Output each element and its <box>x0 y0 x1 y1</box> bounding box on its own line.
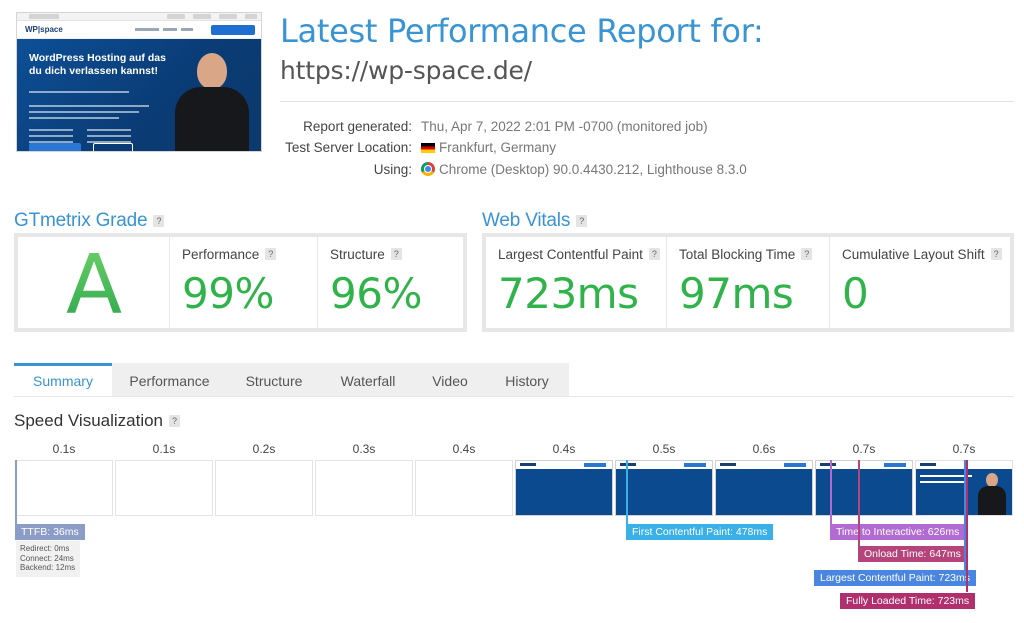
lcp-cell: Largest Contentful Paint? 723ms <box>486 237 667 328</box>
ttfb-redirect: Redirect: 0ms <box>20 544 70 553</box>
cls-label: Cumulative Layout Shift <box>842 247 985 262</box>
performance-label: Performance <box>182 247 260 262</box>
thumbnail-person-image <box>175 53 249 151</box>
tab-performance[interactable]: Performance <box>112 363 227 397</box>
filmstrip-frame[interactable] <box>515 460 613 516</box>
ttfb-breakdown: Redirect: 0ms Connect: 24ms Backend: 12m… <box>16 541 80 577</box>
fcp-marker-line <box>626 460 628 524</box>
frame-time-label: 0.5s <box>652 442 676 456</box>
tbt-value: 97ms <box>679 269 794 318</box>
meta-value-wrap: Frankfurt, Germany <box>421 140 556 155</box>
report-url[interactable]: https://wp-space.de/ <box>280 56 532 85</box>
performance-cell: Performance? 99% <box>170 237 318 328</box>
filmstrip-frame[interactable] <box>415 460 513 516</box>
meta-using: Using: Chrome (Desktop) 90.0.4430.212, L… <box>280 162 1000 180</box>
frame-time-label: 0.1s <box>52 442 76 456</box>
tabs-underline <box>14 396 1014 397</box>
filmstrip-frame[interactable] <box>115 460 213 516</box>
grade-cell: A <box>18 237 170 328</box>
frame-time-label: 0.6s <box>752 442 776 456</box>
help-icon[interactable]: ? <box>169 415 181 427</box>
thumbnail-hero: WordPress Hosting auf das du dich verlas… <box>17 39 261 151</box>
help-icon[interactable]: ? <box>576 215 588 227</box>
filmstrip-frame[interactable] <box>15 460 113 516</box>
meta-value: Thu, Apr 7, 2022 2:01 PM -0700 (monitore… <box>421 119 708 134</box>
meta-key: Report generated: <box>303 119 412 134</box>
tti-marker-line <box>830 460 832 524</box>
meta-value-wrap: Chrome (Desktop) 90.0.4430.212, Lighthou… <box>421 162 747 177</box>
frame-time-label: 0.4s <box>552 442 576 456</box>
meta-value: Frankfurt, Germany <box>439 140 557 155</box>
header-divider <box>280 101 1014 102</box>
frame-time-label: 0.4s <box>452 442 476 456</box>
tab-summary[interactable]: Summary <box>14 363 112 397</box>
gtmetrix-grade-heading: GTmetrix Grade? <box>14 210 165 232</box>
frame-time-label: 0.2s <box>252 442 276 456</box>
frame-time-label: 0.7s <box>852 442 876 456</box>
report-title: Latest Performance Report for: <box>280 12 764 50</box>
frame-time-label: 0.7s <box>952 442 976 456</box>
grade-letter: A <box>18 237 169 328</box>
help-icon[interactable]: ? <box>390 248 402 260</box>
onload-marker-line <box>858 460 860 546</box>
filmstrip-frame[interactable] <box>715 460 813 516</box>
onload-marker-label: Onload Time: 647ms <box>858 546 967 562</box>
page-screenshot-thumbnail: WP|space WordPress Hosting auf das du di… <box>16 12 262 152</box>
help-icon[interactable]: ? <box>648 248 660 260</box>
help-icon[interactable]: ? <box>801 248 813 260</box>
structure-label: Structure <box>330 247 385 262</box>
thumbnail-topbar <box>17 13 261 21</box>
web-vitals-heading: Web Vitals? <box>482 210 588 232</box>
thumbnail-headline: WordPress Hosting auf das du dich verlas… <box>29 52 166 77</box>
lcp-value: 723ms <box>498 269 639 318</box>
meta-test-server-location: Test Server Location: Frankfurt, Germany <box>280 140 1000 158</box>
gtmetrix-grade-panel: A Performance? 99% Structure? 96% <box>14 233 467 332</box>
help-icon[interactable]: ? <box>990 248 1002 260</box>
lcp-marker-label: Largest Contentful Paint: 723ms <box>814 570 977 586</box>
tab-waterfall[interactable]: Waterfall <box>321 363 415 397</box>
web-vitals-panel: Largest Contentful Paint? 723ms Total Bl… <box>482 233 1014 332</box>
thumbnail-logo: WP|space <box>25 25 63 34</box>
grade-a-icon: A <box>65 247 121 319</box>
ttfb-connect: Connect: 24ms <box>20 553 74 563</box>
speed-visualization-heading: Speed Visualization? <box>14 411 181 431</box>
lcp-label: Largest Contentful Paint <box>498 247 643 262</box>
grade-letter-text: A <box>65 247 121 319</box>
tab-video[interactable]: Video <box>415 363 485 397</box>
performance-value: 99% <box>182 269 274 318</box>
structure-cell: Structure? 96% <box>318 237 463 328</box>
meta-key: Using: <box>373 162 412 177</box>
help-icon[interactable]: ? <box>265 248 277 260</box>
tab-history[interactable]: History <box>485 363 569 397</box>
report-tabs: Summary Performance Structure Waterfall … <box>14 363 569 397</box>
fcp-marker-label: First Contentful Paint: 478ms <box>626 524 774 540</box>
tti-marker-label: Time to Interactive: 626ms <box>830 524 966 540</box>
filmstrip-frame[interactable] <box>215 460 313 516</box>
thumbnail-nav: WP|space <box>17 21 261 39</box>
chrome-icon <box>421 162 435 176</box>
fully-loaded-marker-line <box>966 460 968 592</box>
cls-cell: Cumulative Layout Shift? 0 <box>830 237 1010 328</box>
filmstrip-frame[interactable] <box>315 460 413 516</box>
meta-key: Test Server Location: <box>285 140 412 155</box>
ttfb-marker-line <box>15 460 17 524</box>
ttfb-backend: Backend: 12ms <box>20 563 76 572</box>
frame-time-label: 0.3s <box>352 442 376 456</box>
meta-value: Chrome (Desktop) 90.0.4430.212, Lighthou… <box>439 162 747 177</box>
filmstrip-frame[interactable] <box>615 460 713 516</box>
ttfb-marker-label: TTFB: 36ms <box>15 524 85 540</box>
fully-loaded-marker-label: Fully Loaded Time: 723ms <box>840 593 976 609</box>
tab-structure[interactable]: Structure <box>227 363 321 397</box>
frame-time-label: 0.1s <box>152 442 176 456</box>
tbt-cell: Total Blocking Time? 97ms <box>667 237 830 328</box>
help-icon[interactable]: ? <box>153 215 165 227</box>
structure-value: 96% <box>330 269 422 318</box>
tbt-label: Total Blocking Time <box>679 247 796 262</box>
germany-flag-icon <box>421 143 435 153</box>
meta-report-generated: Report generated: Thu, Apr 7, 2022 2:01 … <box>280 119 1000 137</box>
cls-value: 0 <box>842 269 869 318</box>
